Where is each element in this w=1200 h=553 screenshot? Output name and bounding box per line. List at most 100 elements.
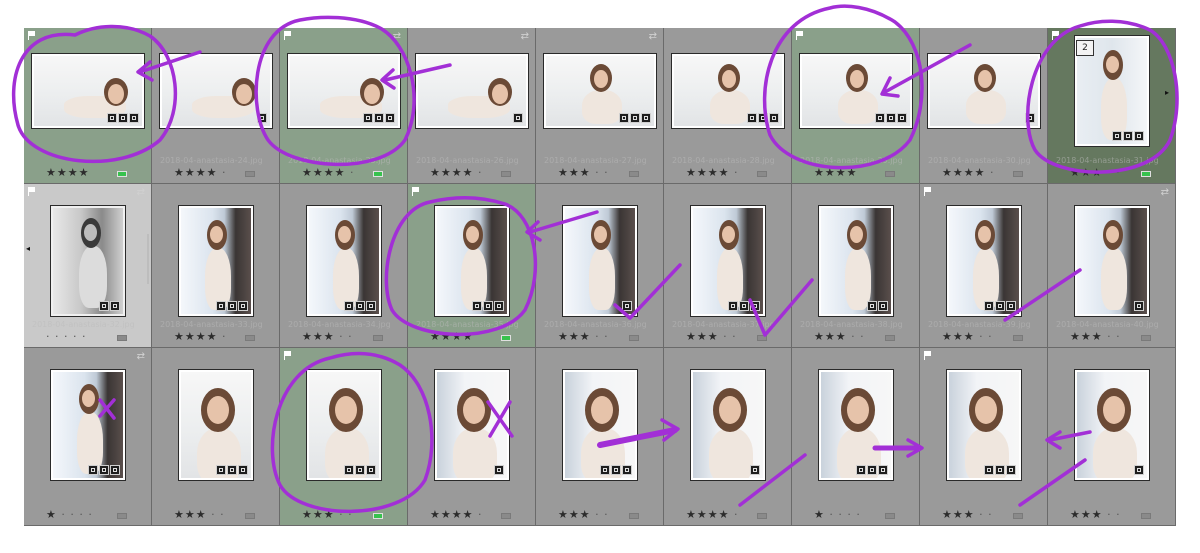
color-label[interactable] — [1013, 335, 1023, 341]
color-label[interactable] — [629, 513, 639, 519]
pick-flag-icon[interactable] — [412, 187, 420, 196]
develop-adjustment-icon[interactable] — [769, 113, 779, 123]
grid-cell[interactable]: ★★★ · · — [280, 348, 408, 526]
develop-adjustment-icon[interactable] — [886, 113, 896, 123]
pick-flag-icon[interactable] — [1052, 31, 1060, 40]
develop-adjustment-icon[interactable] — [494, 465, 504, 475]
develop-adjustment-icon[interactable] — [728, 301, 738, 311]
photo-thumbnail[interactable] — [691, 370, 765, 480]
color-label[interactable] — [501, 335, 511, 341]
develop-adjustment-icon[interactable] — [227, 465, 237, 475]
develop-adjustment-icon[interactable] — [216, 301, 226, 311]
photo-thumbnail[interactable] — [819, 206, 893, 316]
star-rating[interactable]: ★★★ · · — [1070, 509, 1121, 521]
star-rating[interactable]: ★★★ · · — [942, 509, 993, 521]
star-rating[interactable]: ★★★★ — [46, 167, 89, 179]
pick-flag-icon[interactable] — [924, 351, 932, 360]
star-rating[interactable]: ★★★★ — [430, 331, 473, 343]
grid-cell[interactable]: ⇄ ★ · · · · — [24, 348, 152, 526]
star-rating[interactable]: ★★★★ · — [942, 167, 994, 179]
develop-adjustment-icon[interactable] — [750, 465, 760, 475]
develop-adjustment-icon[interactable] — [622, 465, 632, 475]
photo-thumbnail[interactable] — [800, 54, 912, 128]
color-label[interactable] — [1141, 335, 1151, 341]
star-rating[interactable]: ★★★ · · — [1070, 167, 1121, 179]
develop-adjustment-icon[interactable] — [747, 113, 757, 123]
photo-thumbnail[interactable] — [307, 206, 381, 316]
color-label[interactable] — [629, 171, 639, 177]
color-label[interactable] — [885, 513, 895, 519]
color-label[interactable] — [373, 513, 383, 519]
photo-thumbnail[interactable] — [435, 370, 509, 480]
photo-thumbnail[interactable] — [672, 54, 784, 128]
develop-adjustment-icon[interactable] — [897, 113, 907, 123]
color-label[interactable] — [117, 171, 127, 177]
star-rating[interactable]: ★★★★ · — [174, 331, 226, 343]
grid-cell[interactable]: ★★★★ — [24, 28, 152, 184]
photo-thumbnail[interactable] — [288, 54, 400, 128]
develop-adjustment-icon[interactable] — [739, 301, 749, 311]
color-label[interactable] — [245, 171, 255, 177]
grid-cell[interactable]: ★★★★ · 2018-04-anastasia-24.jpg — [152, 28, 280, 184]
color-label[interactable] — [757, 171, 767, 177]
stack-scrollbar[interactable] — [147, 234, 149, 284]
star-rating[interactable]: ★★★ · · — [302, 331, 353, 343]
grid-cell[interactable]: 2 ▸ ★★★ · · 2018-04-anastasia-31.jpg — [1048, 28, 1176, 184]
develop-adjustment-icon[interactable] — [750, 301, 760, 311]
grid-cell[interactable]: ★★★★ 2018-04-anastasia-29.jpg — [792, 28, 920, 184]
develop-adjustment-icon[interactable] — [878, 301, 888, 311]
pick-flag-icon[interactable] — [284, 31, 292, 40]
develop-adjustment-icon[interactable] — [856, 465, 866, 475]
stack-count-badge[interactable]: 2 — [1076, 40, 1094, 56]
grid-cell[interactable]: ★★★ · · 2018-04-anastasia-39.jpg — [920, 184, 1048, 348]
star-rating[interactable]: ★★★ · · — [686, 331, 737, 343]
star-rating[interactable]: ★★★★ · — [302, 167, 354, 179]
develop-adjustment-icon[interactable] — [129, 113, 139, 123]
develop-adjustment-icon[interactable] — [867, 465, 877, 475]
color-label[interactable] — [117, 513, 127, 519]
develop-adjustment-icon[interactable] — [483, 301, 493, 311]
color-label[interactable] — [1141, 513, 1151, 519]
color-label[interactable] — [757, 513, 767, 519]
develop-adjustment-icon[interactable] — [494, 301, 504, 311]
star-rating[interactable]: ★★★ · · — [558, 331, 609, 343]
grid-cell[interactable]: ★★★ · · 2018-04-anastasia-34.jpg — [280, 184, 408, 348]
color-label[interactable] — [245, 513, 255, 519]
develop-adjustment-icon[interactable] — [238, 301, 248, 311]
pick-flag-icon[interactable] — [28, 187, 36, 196]
develop-adjustment-icon[interactable] — [344, 465, 354, 475]
develop-adjustment-icon[interactable] — [366, 301, 376, 311]
star-rating[interactable]: ★★★ · · — [302, 509, 353, 521]
develop-adjustment-icon[interactable] — [99, 301, 109, 311]
develop-adjustment-icon[interactable] — [758, 113, 768, 123]
develop-adjustment-icon[interactable] — [1134, 131, 1144, 141]
grid-cell[interactable]: ★★★ · · 2018-04-anastasia-38.jpg — [792, 184, 920, 348]
develop-adjustment-icon[interactable] — [600, 465, 610, 475]
develop-adjustment-icon[interactable] — [1025, 113, 1035, 123]
photo-thumbnail[interactable] — [51, 370, 125, 480]
color-label[interactable] — [1013, 513, 1023, 519]
grid-cell[interactable]: ★★★★ · 2018-04-anastasia-33.jpg — [152, 184, 280, 348]
develop-adjustment-icon[interactable] — [995, 301, 1005, 311]
develop-adjustment-icon[interactable] — [366, 465, 376, 475]
color-label[interactable] — [885, 335, 895, 341]
photo-thumbnail[interactable] — [819, 370, 893, 480]
star-rating[interactable]: ★★★★ · — [430, 509, 482, 521]
photo-thumbnail[interactable] — [563, 370, 637, 480]
collapse-stack-icon[interactable]: ◂ — [26, 244, 30, 253]
photo-thumbnail[interactable] — [416, 54, 528, 128]
photo-thumbnail[interactable] — [307, 370, 381, 480]
grid-cell[interactable]: ⇄ ◂ · · · · · 2018-04-anastasia-32.jpg — [24, 184, 152, 348]
pick-flag-icon[interactable] — [28, 31, 36, 40]
photo-thumbnail[interactable] — [563, 206, 637, 316]
star-rating[interactable]: ★★★ · · — [942, 331, 993, 343]
grid-cell[interactable]: ★★★★ · — [408, 348, 536, 526]
develop-adjustment-icon[interactable] — [355, 301, 365, 311]
grid-cell[interactable]: ⇄ ★★★★ · 2018-04-anastasia-26.jpg — [408, 28, 536, 184]
grid-cell[interactable]: ★★★ · · — [920, 348, 1048, 526]
develop-adjustment-icon[interactable] — [216, 465, 226, 475]
photo-thumbnail[interactable] — [691, 206, 765, 316]
develop-adjustment-icon[interactable] — [867, 301, 877, 311]
color-label[interactable] — [1013, 171, 1023, 177]
develop-adjustment-icon[interactable] — [630, 113, 640, 123]
